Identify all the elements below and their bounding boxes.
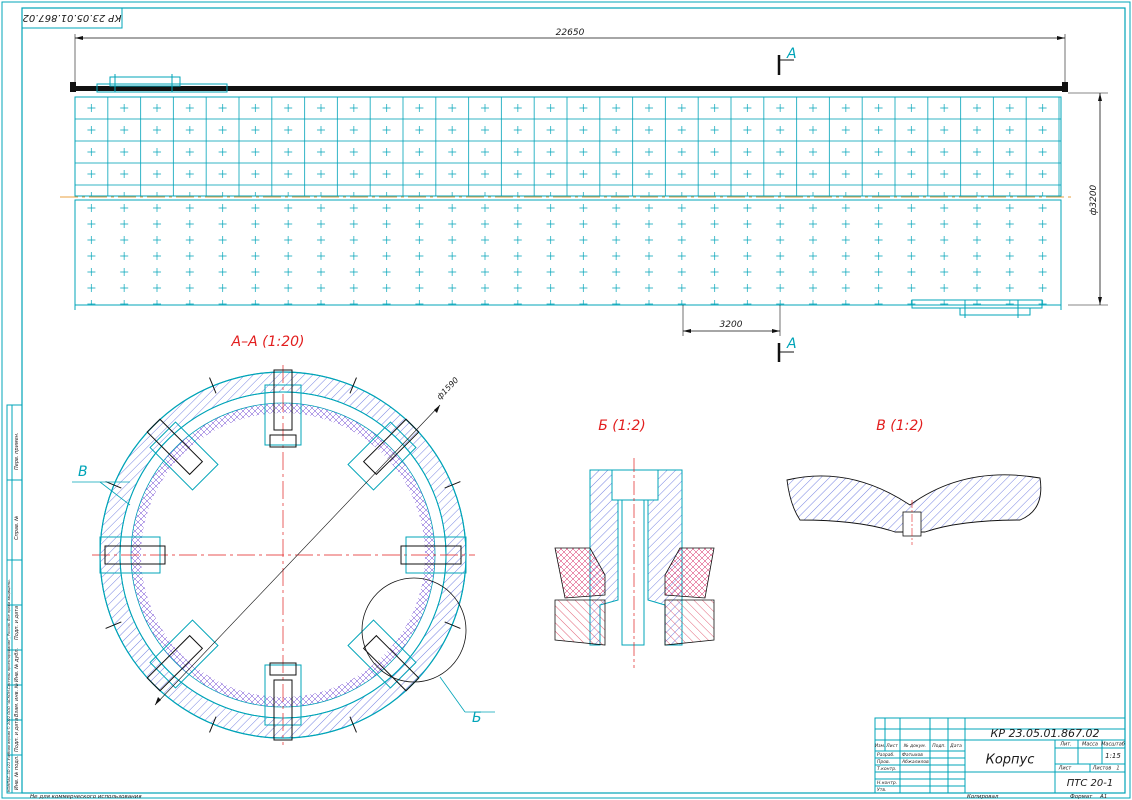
footer-format-value: А1 (1099, 794, 1107, 800)
row-tkontr: Т.контр. (877, 766, 897, 772)
view-v-drawing (786, 474, 1042, 545)
callout-b: Б (472, 710, 482, 726)
col-lit: Лит. (1059, 742, 1072, 748)
row-podp: Подп. (932, 743, 946, 749)
longitudinal-view: 22650 ф3200 3200 А А (60, 28, 1108, 362)
title-block-code: КР 23.05.01.867.02 (991, 727, 1100, 740)
footer-copied: Копировал (967, 794, 999, 800)
dimension-segment: 3200 (720, 320, 743, 330)
sheets-count: 1 (1116, 766, 1119, 772)
row-utv: Утв. (877, 787, 886, 793)
row-data: Дата (949, 743, 962, 749)
dimension-section-diameter: ф1590 (435, 376, 460, 402)
sheets-label: Листов (1092, 766, 1112, 772)
section-mark-a-top: А (786, 46, 797, 62)
col-mass: Масса (1082, 742, 1098, 748)
left-podp-data-2: Подп. и дата (14, 718, 20, 752)
row-izm: Изм. (875, 743, 886, 749)
callout-v: В (78, 464, 88, 480)
drawing-sheet: КР 23.05.01.867.02 22650 ф3200 3200 А А … (1, 1, 1131, 800)
title-view-v: В (1:2) (876, 418, 924, 434)
title-block-scale: 1:15 (1105, 752, 1121, 760)
section-mark-a-bottom: А (786, 336, 797, 352)
left-sprav: Справ. № (14, 516, 20, 540)
title-block-name: Корпус (986, 753, 1035, 768)
code-stamp: КР 23.05.01.867.02 (22, 12, 121, 23)
title-block-org: ПТС 20-1 (1067, 778, 1113, 789)
col-scale: Масштаб (1101, 742, 1125, 748)
left-vzam-inv: Взам. инв. № (14, 683, 20, 717)
row-docnum: № докум. (903, 743, 926, 749)
shell-lower (74, 199, 1062, 306)
view-b-drawing (554, 458, 715, 668)
section-aa-drawing: ф1590 Б В (72, 365, 495, 745)
left-perv-primen: Перв. примен. (14, 432, 20, 470)
left-copyright: КОМПАС-3D v21 Учебная версия © 2022 ООО … (7, 579, 11, 792)
sheet-label: Лист (1058, 766, 1073, 772)
dimension-diameter: ф3200 (1089, 184, 1099, 215)
row-prov: Пров. (877, 759, 890, 765)
prov-name: Абжалилов (901, 759, 929, 765)
left-podp-data-1: Подп. и дата (14, 606, 20, 640)
row-nkontr: Н.контр. (877, 780, 897, 786)
left-inv-podl: Инв. № подл. (14, 756, 20, 791)
razrab-name: Фатыхов (902, 752, 923, 758)
row-razrab: Разраб. (877, 752, 895, 758)
footer-noncommercial: Не для коммерческого использования (30, 794, 142, 800)
title-section-aa: А–А (1:20) (231, 334, 305, 350)
left-inv-dubl: Инв. № дубл. (14, 648, 20, 682)
title-view-b: Б (1:2) (598, 418, 646, 434)
row-list: Лист (885, 743, 898, 749)
shell-grid (74, 96, 1062, 197)
footer-format: Формат (1070, 794, 1093, 800)
dimension-overall-length: 22650 (556, 28, 585, 38)
